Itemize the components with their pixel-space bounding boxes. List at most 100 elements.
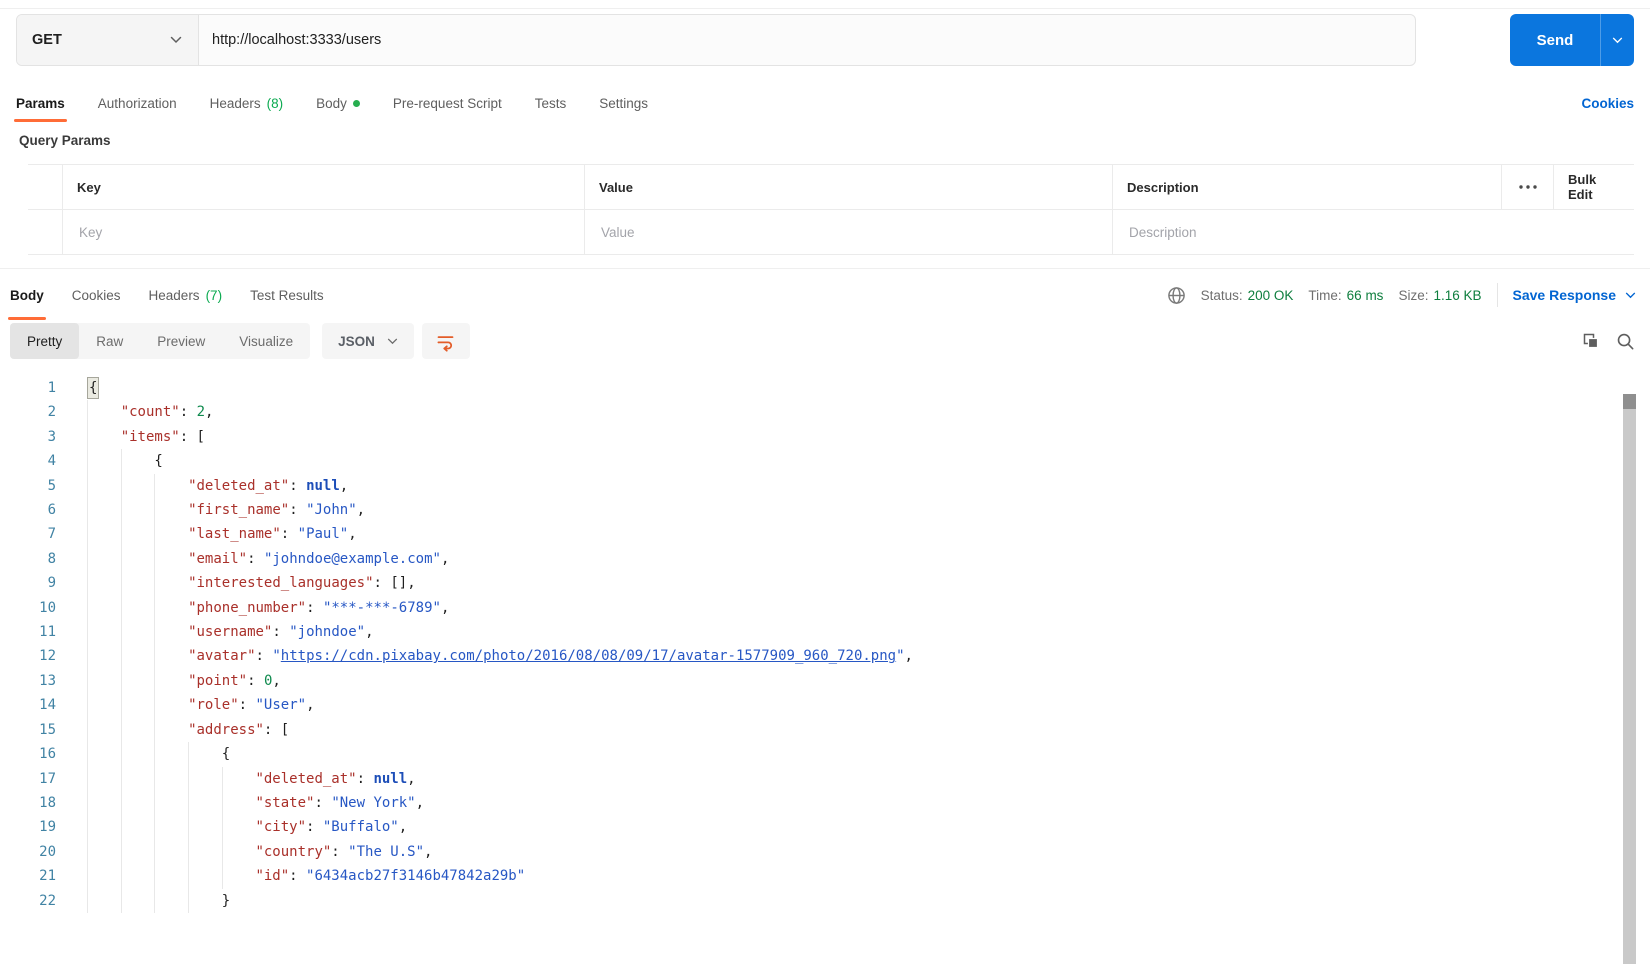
save-response-button[interactable]: Save Response <box>1513 287 1637 303</box>
code-token: : <box>356 770 374 787</box>
request-tab-authorization[interactable]: Authorization <box>98 84 177 122</box>
request-tab-tests[interactable]: Tests <box>535 84 567 122</box>
indent-guide <box>87 522 121 547</box>
indent-guide <box>154 864 188 889</box>
code-token: "Buffalo" <box>322 819 399 836</box>
code-line: 6 "first_name": "John", <box>0 498 1650 523</box>
value-cell <box>584 210 1112 254</box>
indent-guide <box>87 668 121 694</box>
url-input[interactable] <box>199 15 1415 65</box>
wrap-text-button[interactable] <box>421 323 470 359</box>
cookies-link[interactable]: Cookies <box>1581 96 1634 111</box>
code-line: 20 "country": "The U.S", <box>0 839 1650 865</box>
size-value: 1.16 KB <box>1433 287 1482 303</box>
indent-guide <box>154 595 188 621</box>
method-selector[interactable]: GET <box>17 15 199 65</box>
indent-guide <box>154 546 188 572</box>
code-line: 18 "state": "New York", <box>0 790 1650 816</box>
description-column-header: Description <box>1112 165 1501 209</box>
response-tab-headers[interactable]: Headers (7) <box>149 270 223 320</box>
response-tab-cookies[interactable]: Cookies <box>72 270 121 320</box>
language-dropdown[interactable]: JSON <box>322 323 414 359</box>
code-token: : [ <box>179 428 205 445</box>
top-divider <box>0 8 1650 9</box>
indent-guide <box>154 815 188 840</box>
indent-guide <box>221 864 256 889</box>
tab-label: Authorization <box>97 95 177 111</box>
indent-guide <box>120 790 155 816</box>
fold-gutter <box>56 742 87 766</box>
indent-guide <box>87 424 121 450</box>
value-input[interactable] <box>599 223 1098 241</box>
view-mode-preview[interactable]: Preview <box>140 323 222 359</box>
code-token: "User" <box>255 697 307 714</box>
key-input[interactable] <box>77 223 570 241</box>
tab-label: Body <box>10 287 44 303</box>
code-token: "count" <box>120 404 180 421</box>
code-token: { <box>87 377 100 400</box>
send-label[interactable]: Send <box>1510 14 1600 66</box>
code-token: "Paul" <box>297 526 349 543</box>
response-tab-body[interactable]: Body <box>8 270 46 320</box>
view-mode-visualize[interactable]: Visualize <box>222 323 310 359</box>
fold-gutter <box>56 522 87 546</box>
indent-guide <box>154 571 188 596</box>
request-tab-params[interactable]: Params <box>14 84 67 122</box>
indent-guide <box>87 766 121 791</box>
indent-guide <box>188 815 222 840</box>
code-token: , <box>407 770 416 787</box>
code-link[interactable]: https://cdn.pixabay.com/photo/2016/08/08… <box>281 644 896 668</box>
code-token: : <box>280 526 298 543</box>
code-token: "interested_languages" <box>188 575 374 592</box>
line-number: 8 <box>47 550 56 567</box>
bulk-edit-button[interactable]: Bulk Edit <box>1553 165 1634 209</box>
indent-guide <box>154 742 188 767</box>
indent-guide <box>154 790 188 816</box>
globe-icon[interactable] <box>1167 286 1186 305</box>
more-options-button[interactable] <box>1501 165 1553 209</box>
request-tab-settings[interactable]: Settings <box>599 84 648 122</box>
tab-count: (7) <box>205 287 223 303</box>
indent-guide <box>87 864 121 889</box>
status-label: Status: <box>1200 287 1243 303</box>
send-options-button[interactable] <box>1600 14 1634 66</box>
line-number: 15 <box>39 721 56 738</box>
view-mode-pretty[interactable]: Pretty <box>10 323 80 359</box>
code-token: , <box>440 599 450 616</box>
send-button[interactable]: Send <box>1510 14 1634 66</box>
app-window: GET Send Params Authorization Headers (8) Bo… <box>0 0 1650 964</box>
view-mode-raw[interactable]: Raw <box>79 323 140 359</box>
request-tabs: Params Authorization Headers (8) Body Pre-req… <box>14 84 1634 122</box>
pane-divider <box>0 268 1650 269</box>
fold-gutter <box>56 644 87 668</box>
copy-icon[interactable] <box>1580 330 1602 352</box>
line-number: 6 <box>47 502 56 519</box>
indent-guide <box>154 644 188 669</box>
scrollbar[interactable] <box>1623 394 1636 964</box>
response-header: Body Cookies Headers (7) Test Results Status… <box>8 270 1636 320</box>
response-tab-test-results[interactable]: Test Results <box>250 270 324 320</box>
code-token: "city" <box>255 819 307 836</box>
code-token: "deleted_at" <box>188 477 290 494</box>
indent-guide <box>120 839 155 865</box>
code-token: "address" <box>188 721 264 738</box>
params-input-row <box>28 210 1634 255</box>
request-tab-body[interactable]: Body <box>316 84 360 122</box>
code-line: 13 "point": 0, <box>0 668 1650 694</box>
tab-label: Test Results <box>250 287 324 303</box>
response-meta: Status: 200 OK Time: 66 ms Size: 1.16 KB… <box>1167 283 1636 307</box>
request-tab-headers[interactable]: Headers (8) <box>210 84 284 122</box>
code-token: : <box>272 624 290 641</box>
indent-guide <box>87 742 121 767</box>
description-input[interactable] <box>1127 223 1487 241</box>
fold-gutter <box>56 889 87 913</box>
indent-guide <box>87 888 121 913</box>
line-number: 19 <box>39 819 56 836</box>
fold-gutter <box>56 767 87 791</box>
search-icon[interactable] <box>1615 331 1636 352</box>
request-tab-pre-request-script[interactable]: Pre-request Script <box>393 84 502 122</box>
scrollbar-thumb[interactable] <box>1623 394 1636 409</box>
code-token: "last_name" <box>188 526 281 543</box>
method-label: GET <box>32 32 62 48</box>
indent-guide <box>120 522 155 547</box>
